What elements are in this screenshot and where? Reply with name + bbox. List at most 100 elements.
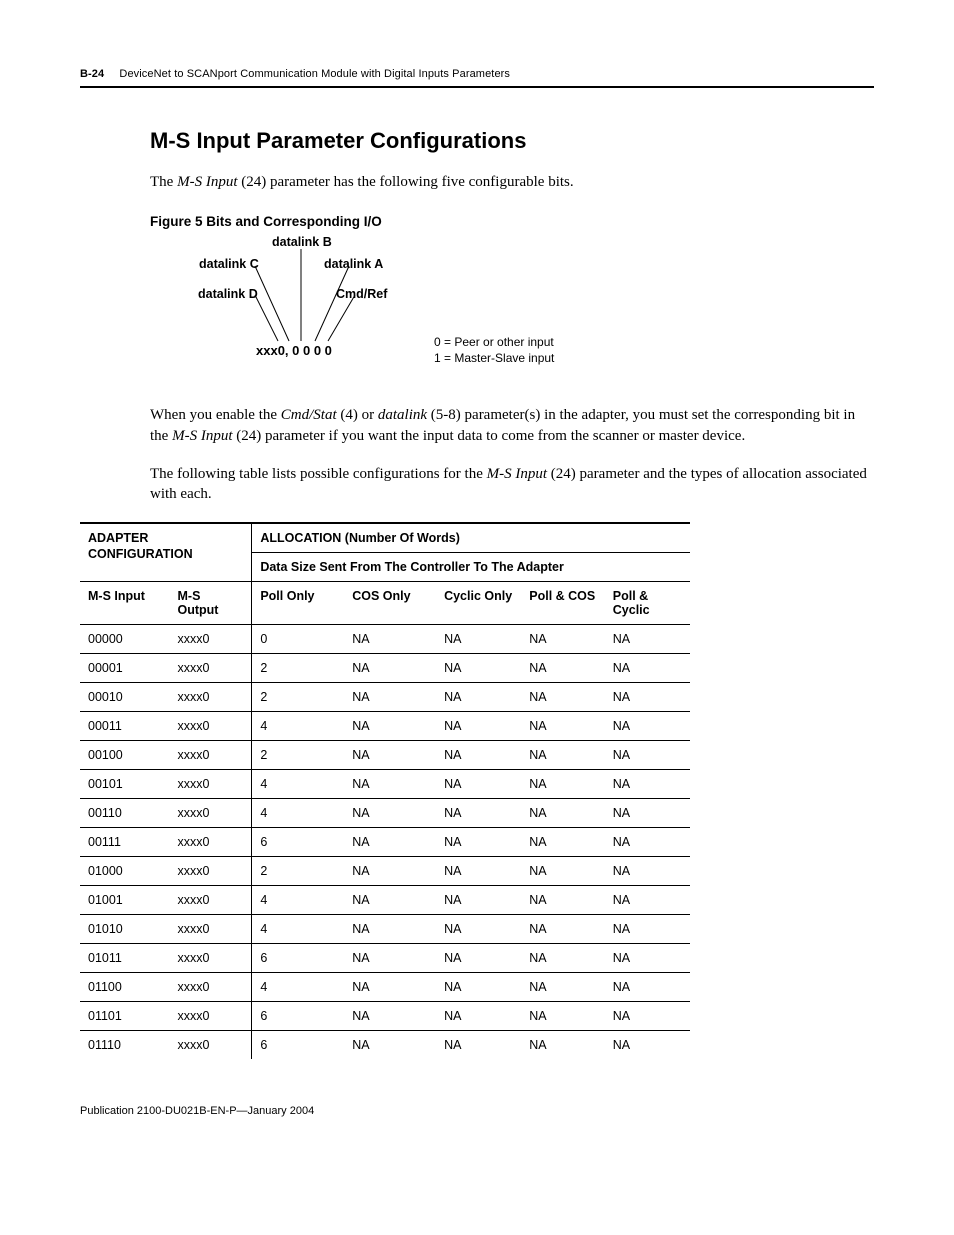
table-cell: 00010 bbox=[80, 683, 170, 712]
table-cell: 4 bbox=[252, 973, 344, 1002]
table-cell: NA bbox=[521, 1031, 605, 1060]
figure-bits: xxx0, 0 0 0 0 bbox=[256, 343, 332, 358]
table-cell: NA bbox=[344, 944, 436, 973]
table-cell: xxxx0 bbox=[170, 799, 252, 828]
figure-label-datalink-d: datalink D bbox=[198, 287, 258, 301]
figure-legend-one: 1 = Master-Slave input bbox=[434, 351, 554, 365]
th-ms-output: M-S Output bbox=[170, 582, 252, 625]
table-cell: NA bbox=[605, 799, 690, 828]
table-cell: NA bbox=[344, 712, 436, 741]
table-cell: NA bbox=[605, 683, 690, 712]
table-cell: 2 bbox=[252, 683, 344, 712]
th-poll-cos: Poll & COS bbox=[521, 582, 605, 625]
table-cell: 00111 bbox=[80, 828, 170, 857]
table-cell: NA bbox=[436, 770, 521, 799]
table-cell: NA bbox=[344, 654, 436, 683]
table-cell: NA bbox=[521, 712, 605, 741]
th-data-size: Data Size Sent From The Controller To Th… bbox=[252, 553, 690, 582]
th-ms-input: M-S Input bbox=[80, 582, 170, 625]
table-cell: 00000 bbox=[80, 625, 170, 654]
th-cyclic-only: Cyclic Only bbox=[436, 582, 521, 625]
table-cell: 01100 bbox=[80, 973, 170, 1002]
text-emph: M-S Input bbox=[177, 174, 237, 190]
table-cell: NA bbox=[605, 886, 690, 915]
table-cell: 2 bbox=[252, 741, 344, 770]
text: The following table lists possible confi… bbox=[150, 466, 487, 482]
table-cell: xxxx0 bbox=[170, 1031, 252, 1060]
figure-label-datalink-a: datalink A bbox=[324, 257, 383, 271]
table-cell: NA bbox=[344, 915, 436, 944]
table-cell: xxxx0 bbox=[170, 683, 252, 712]
table-cell: NA bbox=[605, 1031, 690, 1060]
table-cell: xxxx0 bbox=[170, 857, 252, 886]
table-cell: NA bbox=[605, 712, 690, 741]
table-cell: NA bbox=[344, 886, 436, 915]
table-cell: NA bbox=[436, 683, 521, 712]
text: The bbox=[150, 174, 177, 190]
table-row: 00001xxxx02NANANANA bbox=[80, 654, 690, 683]
table-cell: NA bbox=[344, 625, 436, 654]
table-cell: 01001 bbox=[80, 886, 170, 915]
table-cell: NA bbox=[344, 683, 436, 712]
table-cell: 0 bbox=[252, 625, 344, 654]
intro-paragraph: The M-S Input (24) parameter has the fol… bbox=[150, 172, 874, 192]
table-cell: NA bbox=[521, 886, 605, 915]
table-cell: NA bbox=[521, 857, 605, 886]
table-cell: 6 bbox=[252, 1031, 344, 1060]
table-cell: 01101 bbox=[80, 1002, 170, 1031]
table-cell: NA bbox=[344, 973, 436, 1002]
table-cell: NA bbox=[344, 1031, 436, 1060]
table-cell: NA bbox=[521, 1002, 605, 1031]
table-cell: NA bbox=[436, 741, 521, 770]
table-cell: 01110 bbox=[80, 1031, 170, 1060]
th-allocation: ALLOCATION (Number Of Words) bbox=[252, 523, 690, 553]
table-cell: 01000 bbox=[80, 857, 170, 886]
table-cell: NA bbox=[521, 944, 605, 973]
table-cell: xxxx0 bbox=[170, 973, 252, 1002]
table-cell: NA bbox=[344, 799, 436, 828]
config-table: ADAPTER CONFIGURATION ALLOCATION (Number… bbox=[80, 522, 690, 1059]
table-row: 00000xxxx00NANANANA bbox=[80, 625, 690, 654]
text-emph: M-S Input bbox=[172, 428, 232, 444]
table-cell: xxxx0 bbox=[170, 770, 252, 799]
table-cell: NA bbox=[436, 973, 521, 1002]
table-cell: xxxx0 bbox=[170, 712, 252, 741]
table-row: 01110xxxx06NANANANA bbox=[80, 1031, 690, 1060]
table-cell: NA bbox=[521, 770, 605, 799]
table-cell: NA bbox=[521, 973, 605, 1002]
table-row: 00011xxxx04NANANANA bbox=[80, 712, 690, 741]
table-cell: 6 bbox=[252, 1002, 344, 1031]
table-cell: xxxx0 bbox=[170, 625, 252, 654]
table-cell: xxxx0 bbox=[170, 886, 252, 915]
table-cell: NA bbox=[605, 915, 690, 944]
table-row: 00110xxxx04NANANANA bbox=[80, 799, 690, 828]
table-cell: NA bbox=[436, 799, 521, 828]
text: (24) parameter has the following five co… bbox=[237, 174, 573, 190]
table-cell: NA bbox=[344, 857, 436, 886]
table-cell: 6 bbox=[252, 828, 344, 857]
table-cell: 2 bbox=[252, 857, 344, 886]
table-cell: NA bbox=[521, 828, 605, 857]
table-row: 00101xxxx04NANANANA bbox=[80, 770, 690, 799]
table-cell: 4 bbox=[252, 915, 344, 944]
table-cell: xxxx0 bbox=[170, 654, 252, 683]
text: (4) or bbox=[337, 407, 378, 423]
table-cell: NA bbox=[605, 654, 690, 683]
table-cell: xxxx0 bbox=[170, 915, 252, 944]
table-cell: NA bbox=[605, 1002, 690, 1031]
th-poll-only: Poll Only bbox=[252, 582, 344, 625]
table-cell: 4 bbox=[252, 712, 344, 741]
figure-caption: Figure 5 Bits and Corresponding I/O bbox=[150, 214, 874, 229]
table-row: 01010xxxx04NANANANA bbox=[80, 915, 690, 944]
figure-label-cmd-ref: Cmd/Ref bbox=[336, 287, 387, 301]
table-cell: NA bbox=[344, 770, 436, 799]
table-cell: NA bbox=[344, 1002, 436, 1031]
table-cell: xxxx0 bbox=[170, 944, 252, 973]
running-title: DeviceNet to SCANport Communication Modu… bbox=[119, 68, 510, 80]
table-cell: NA bbox=[605, 828, 690, 857]
table-row: 01000xxxx02NANANANA bbox=[80, 857, 690, 886]
table-cell: NA bbox=[436, 712, 521, 741]
table-cell: NA bbox=[436, 654, 521, 683]
table-cell: 00001 bbox=[80, 654, 170, 683]
th-cos-only: COS Only bbox=[344, 582, 436, 625]
